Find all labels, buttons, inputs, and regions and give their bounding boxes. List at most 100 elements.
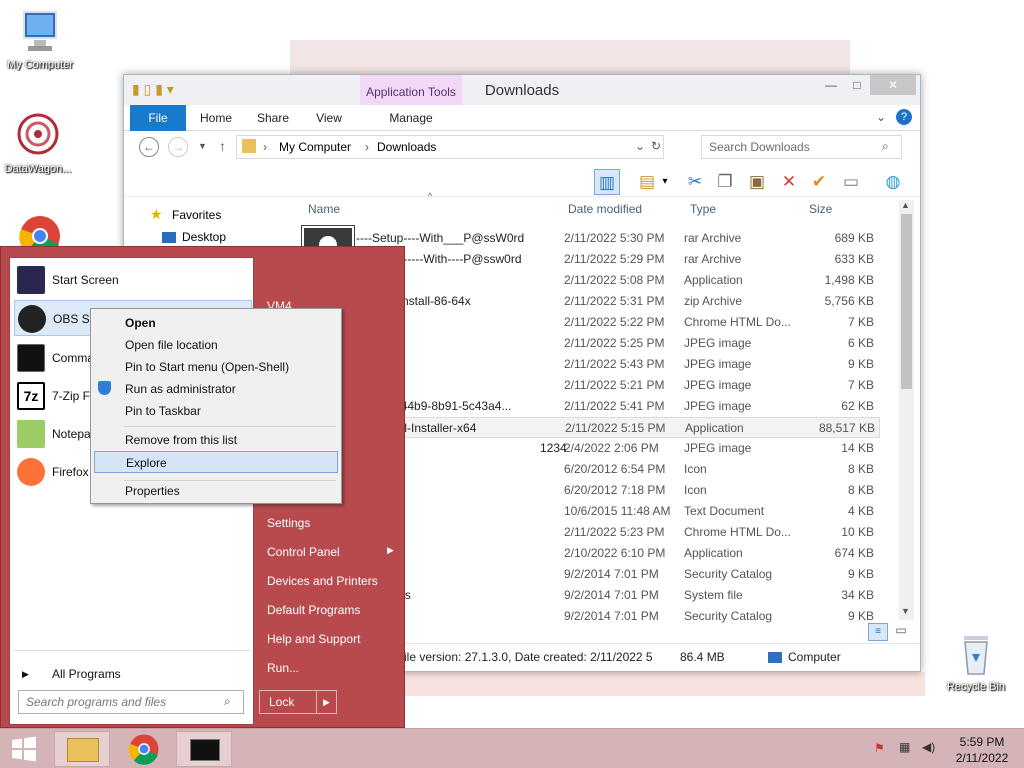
terminal-icon <box>190 739 220 761</box>
menu-item-open[interactable]: Open <box>94 312 338 334</box>
column-date-modified[interactable]: Date modified <box>568 202 642 216</box>
file-date: 2/11/2022 5:15 PM <box>565 421 666 435</box>
forward-button[interactable]: → <box>168 137 188 157</box>
file-size: 7 KB <box>847 315 874 329</box>
details-view-icon[interactable]: ≡ <box>868 623 888 641</box>
tab-file[interactable]: File <box>130 105 186 131</box>
menu-item-pin-taskbar[interactable]: Pin to Taskbar <box>94 400 338 422</box>
start-search-input[interactable]: Search programs and files <box>18 690 244 714</box>
desktop-icon-recycle-bin[interactable]: Recycle Bin <box>936 630 1016 693</box>
globe-icon[interactable]: ◍ <box>880 169 906 195</box>
terminal-icon <box>17 344 45 372</box>
large-icons-view-icon[interactable]: ▭ <box>892 623 910 641</box>
menu-item-run-as-admin[interactable]: Run as administrator <box>94 378 338 400</box>
right-item-help-support[interactable]: Help and Support <box>267 632 360 646</box>
search-icon[interactable]: ⌕ <box>882 139 889 154</box>
scroll-up-icon[interactable]: ▲ <box>901 200 910 210</box>
nav-desktop[interactable]: Desktop <box>182 230 226 244</box>
right-item-run[interactable]: Run... <box>267 661 299 675</box>
file-type: rar Archive <box>684 252 742 266</box>
desktop-icon-label: Recycle Bin <box>946 681 1006 693</box>
paste-icon[interactable]: ▣ <box>744 169 770 195</box>
start-button[interactable] <box>0 731 48 767</box>
file-date: 2/11/2022 5:21 PM <box>564 378 665 392</box>
all-programs-button[interactable]: ▶ All Programs <box>14 656 252 692</box>
sort-indicator-icon: ^ <box>428 191 433 201</box>
file-size: 14 KB <box>841 441 874 455</box>
close-button[interactable]: ✕ <box>870 75 916 95</box>
desktop-icon-my-computer[interactable]: My Computer <box>0 10 80 71</box>
start-item-label: 7-Zip Fi <box>52 389 93 403</box>
menu-item-remove-from-list[interactable]: Remove from this list <box>94 429 338 451</box>
back-button[interactable]: ← <box>139 137 159 157</box>
recent-locations-icon[interactable]: ▼ <box>198 141 207 151</box>
network-flag-icon[interactable]: ⚑ <box>874 741 885 755</box>
volume-icon[interactable]: ◀) <box>922 740 935 754</box>
scroll-down-icon[interactable]: ▼ <box>901 606 910 616</box>
rename-icon[interactable]: ▭ <box>838 169 864 195</box>
file-date: 2/11/2022 5:41 PM <box>564 399 665 413</box>
delete-icon[interactable]: ✕ <box>776 169 802 195</box>
arrow-right-icon: ▶ <box>22 669 29 679</box>
title-bar[interactable]: ▮ ▯ ▮ ▾ Application Tools Downloads — □ … <box>124 75 920 106</box>
ribbon-collapse-icon[interactable]: ⌄ <box>876 110 886 124</box>
status-location: Computer <box>788 650 841 664</box>
tab-view[interactable]: View <box>306 105 352 131</box>
help-icon[interactable]: ? <box>896 109 912 125</box>
taskbar-chrome[interactable] <box>116 731 172 767</box>
dropdown-icon[interactable]: ▾ <box>658 169 672 195</box>
menu-item-open-file-location[interactable]: Open file location <box>94 334 338 356</box>
right-item-control-panel[interactable]: Control Panel <box>267 545 340 559</box>
tab-share[interactable]: Share <box>248 105 298 131</box>
address-dropdown-icon[interactable]: ⌄ <box>635 139 645 153</box>
file-date: 2/11/2022 5:25 PM <box>564 336 665 350</box>
minimize-button[interactable]: — <box>818 75 844 95</box>
taskbar-file-explorer[interactable] <box>54 731 110 767</box>
refresh-icon[interactable]: ↻ <box>651 139 661 153</box>
right-item-default-programs[interactable]: Default Programs <box>267 603 360 617</box>
file-type: Text Document <box>684 504 765 518</box>
taskbar-command-prompt[interactable] <box>176 731 232 767</box>
breadcrumb-my-computer[interactable]: My Computer <box>279 140 351 154</box>
search-icon[interactable]: ⌕ <box>224 694 231 709</box>
file-size: 9 KB <box>847 567 874 581</box>
menu-item-properties[interactable]: Properties <box>94 480 338 502</box>
all-programs-label: All Programs <box>52 667 121 681</box>
clock[interactable]: 5:59 PM 2/11/2022 <box>950 729 1014 768</box>
tab-manage[interactable]: Manage <box>374 105 448 131</box>
column-size[interactable]: Size <box>809 202 832 216</box>
file-size: 9 KB <box>847 609 874 623</box>
desktop-icon-datawagon[interactable]: DataWagon... <box>0 110 78 175</box>
breadcrumb-downloads[interactable]: Downloads <box>377 140 436 154</box>
search-input[interactable]: Search Downloads <box>701 135 902 159</box>
column-type[interactable]: Type <box>690 202 716 216</box>
file-type: Chrome HTML Do... <box>684 315 791 329</box>
copy-icon[interactable]: ❐ <box>712 169 738 195</box>
scroll-thumb[interactable] <box>901 214 912 389</box>
file-type: JPEG image <box>684 378 752 392</box>
file-date: 9/2/2014 7:01 PM <box>564 567 659 581</box>
right-item-devices-printers[interactable]: Devices and Printers <box>267 574 378 588</box>
lock-button[interactable]: Lock ▶ <box>259 690 337 714</box>
check-icon[interactable]: ✔ <box>806 169 832 195</box>
address-bar[interactable]: › My Computer › Downloads ⌄ ↻ <box>236 135 664 159</box>
maximize-button[interactable]: □ <box>844 75 870 95</box>
file-size: 10 KB <box>841 525 874 539</box>
nav-favorites[interactable]: Favorites <box>172 208 221 222</box>
file-date: 2/4/2022 2:06 PM <box>564 441 659 455</box>
up-button[interactable]: ↑ <box>219 138 226 154</box>
preview-pane-icon[interactable]: ▥ <box>594 169 620 195</box>
tab-home[interactable]: Home <box>192 105 240 131</box>
menu-item-pin-start[interactable]: Pin to Start menu (Open-Shell) <box>94 356 338 378</box>
network-icon[interactable]: ▦ <box>899 740 910 754</box>
menu-item-explore[interactable]: Explore <box>94 451 338 473</box>
lock-options-icon[interactable]: ▶ <box>316 691 336 713</box>
star-icon: ★ <box>150 206 163 222</box>
cut-icon[interactable]: ✂ <box>682 169 708 195</box>
computer-icon <box>23 11 57 51</box>
vertical-scrollbar[interactable]: ▲ ▼ <box>899 200 914 620</box>
right-item-settings[interactable]: Settings <box>267 516 310 530</box>
start-item-start-screen[interactable]: Start Screen <box>14 262 252 298</box>
folder-options-icon[interactable]: ▤ <box>634 169 660 195</box>
column-name[interactable]: Name <box>308 202 340 216</box>
